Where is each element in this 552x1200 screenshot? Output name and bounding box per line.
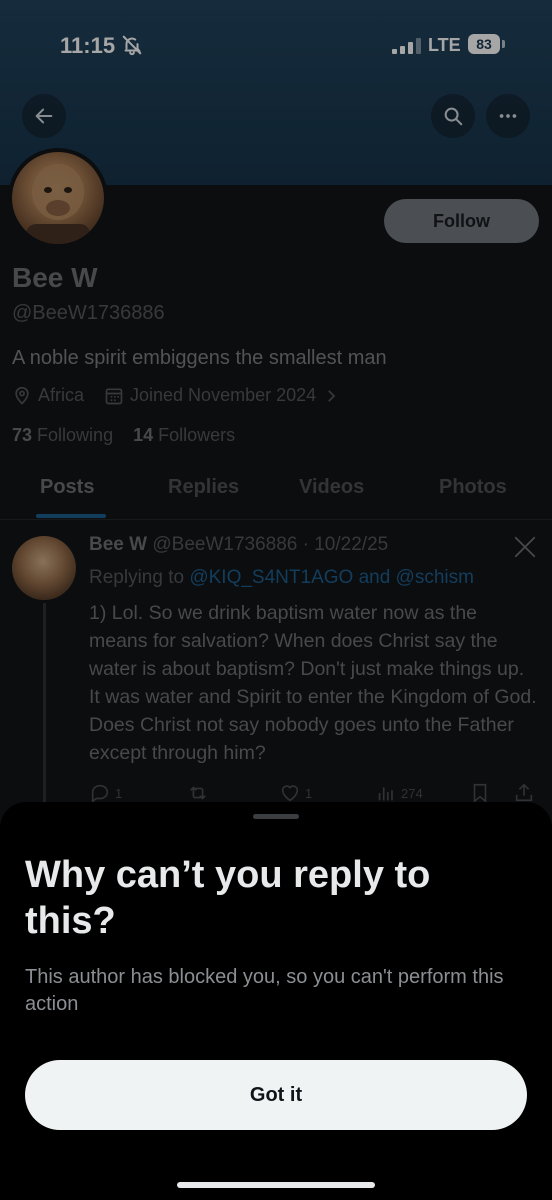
home-indicator xyxy=(177,1182,375,1188)
sheet-title: Why can’t you reply to this? xyxy=(25,854,431,942)
sheet-grabber[interactable] xyxy=(253,814,299,819)
got-it-button[interactable]: Got it xyxy=(25,1060,527,1130)
bottom-sheet: Why can’t you reply to this? This author… xyxy=(0,802,552,1200)
sheet-body: This author has blocked you, so you can'… xyxy=(25,966,504,1015)
